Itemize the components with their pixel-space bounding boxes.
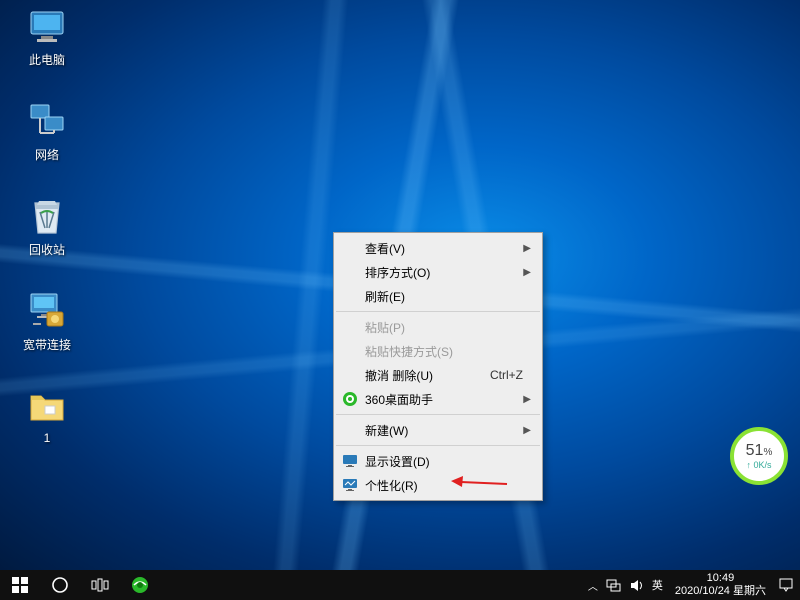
network-tray-icon[interactable]: [606, 578, 621, 593]
menu-item-paste: 粘贴(P): [335, 315, 541, 339]
icon-label: 网络: [35, 146, 59, 163]
menu-item-label: 显示设置(D): [365, 453, 430, 470]
taskbar: ︿ 英 10:49 2020/10/24 星期六: [0, 570, 800, 600]
cortana-icon: [51, 576, 69, 594]
start-button[interactable]: [0, 570, 40, 600]
widget-percent: 51%: [746, 442, 773, 460]
display-settings-icon: [342, 453, 358, 469]
clock-time: 10:49: [675, 572, 766, 585]
desktop[interactable]: 此电脑 网络 回收站 宽带连接 1 查看(V) ▶: [0, 0, 800, 570]
action-center-button[interactable]: [772, 570, 800, 600]
taskbar-clock[interactable]: 10:49 2020/10/24 星期六: [669, 572, 772, 598]
clock-date: 2020/10/24 星期六: [675, 585, 766, 598]
menu-item-label: 粘贴快捷方式(S): [365, 343, 453, 360]
folder-icon: [26, 385, 68, 427]
menu-item-display-settings[interactable]: 显示设置(D): [335, 449, 541, 473]
menu-item-personalize[interactable]: 个性化(R): [335, 473, 541, 497]
chevron-right-icon: ▶: [523, 267, 531, 278]
tray-overflow-chevron-icon[interactable]: ︿: [588, 578, 598, 593]
chevron-right-icon: ▶: [523, 243, 531, 254]
this-pc-icon: [26, 5, 68, 47]
icon-label: 回收站: [29, 241, 65, 258]
menu-separator: [336, 445, 540, 446]
cortana-button[interactable]: [40, 570, 80, 600]
ime-indicator[interactable]: 英: [652, 577, 663, 593]
menu-separator: [336, 414, 540, 415]
desktop-icon-network[interactable]: 网络: [10, 100, 84, 180]
menu-item-label: 360桌面助手: [365, 391, 433, 408]
menu-item-undo-delete[interactable]: 撤消 删除(U) Ctrl+Z: [335, 363, 541, 387]
task-view-icon: [91, 578, 109, 592]
menu-item-label: 粘贴(P): [365, 319, 405, 336]
desktop-icon-grid: 此电脑 网络 回收站 宽带连接 1: [10, 5, 84, 480]
browser-icon: [130, 575, 150, 595]
desktop-icon-folder-1[interactable]: 1: [10, 385, 84, 465]
notification-icon: [778, 577, 794, 593]
menu-item-label: 查看(V): [365, 240, 405, 257]
menu-item-label: 排序方式(O): [365, 264, 430, 281]
menu-item-360-assistant[interactable]: 360桌面助手 ▶: [335, 387, 541, 411]
menu-item-label: 个性化(R): [365, 477, 418, 494]
menu-item-label: 撤消 删除(U): [365, 367, 433, 384]
chevron-right-icon: ▶: [523, 394, 531, 405]
menu-item-paste-shortcut: 粘贴快捷方式(S): [335, 339, 541, 363]
task-view-button[interactable]: [80, 570, 120, 600]
desktop-icon-recycle-bin[interactable]: 回收站: [10, 195, 84, 275]
menu-shortcut: Ctrl+Z: [490, 368, 523, 382]
widget-speed: ↑ 0K/s: [746, 460, 771, 470]
menu-item-refresh[interactable]: 刷新(E): [335, 284, 541, 308]
menu-item-view[interactable]: 查看(V) ▶: [335, 236, 541, 260]
icon-label: 1: [44, 431, 51, 445]
broadband-icon: [26, 290, 68, 332]
menu-item-label: 新建(W): [365, 422, 408, 439]
taskbar-app-browser[interactable]: [120, 570, 160, 600]
windows-logo-icon: [12, 577, 28, 593]
desktop-context-menu: 查看(V) ▶ 排序方式(O) ▶ 刷新(E) 粘贴(P) 粘贴快捷方式(S) 撤消…: [333, 232, 543, 501]
desktop-icon-this-pc[interactable]: 此电脑: [10, 5, 84, 85]
network-icon: [26, 100, 68, 142]
personalize-icon: [342, 477, 358, 493]
network-speed-widget[interactable]: 51% ↑ 0K/s: [730, 427, 788, 485]
360-icon: [342, 391, 358, 407]
volume-tray-icon[interactable]: [629, 578, 644, 593]
system-tray: ︿ 英: [582, 577, 669, 593]
desktop-icon-broadband[interactable]: 宽带连接: [10, 290, 84, 370]
menu-item-new[interactable]: 新建(W) ▶: [335, 418, 541, 442]
recycle-bin-icon: [26, 195, 68, 237]
menu-item-label: 刷新(E): [365, 288, 405, 305]
icon-label: 此电脑: [29, 51, 65, 68]
menu-separator: [336, 311, 540, 312]
chevron-right-icon: ▶: [523, 425, 531, 436]
icon-label: 宽带连接: [23, 336, 71, 353]
menu-item-sort[interactable]: 排序方式(O) ▶: [335, 260, 541, 284]
